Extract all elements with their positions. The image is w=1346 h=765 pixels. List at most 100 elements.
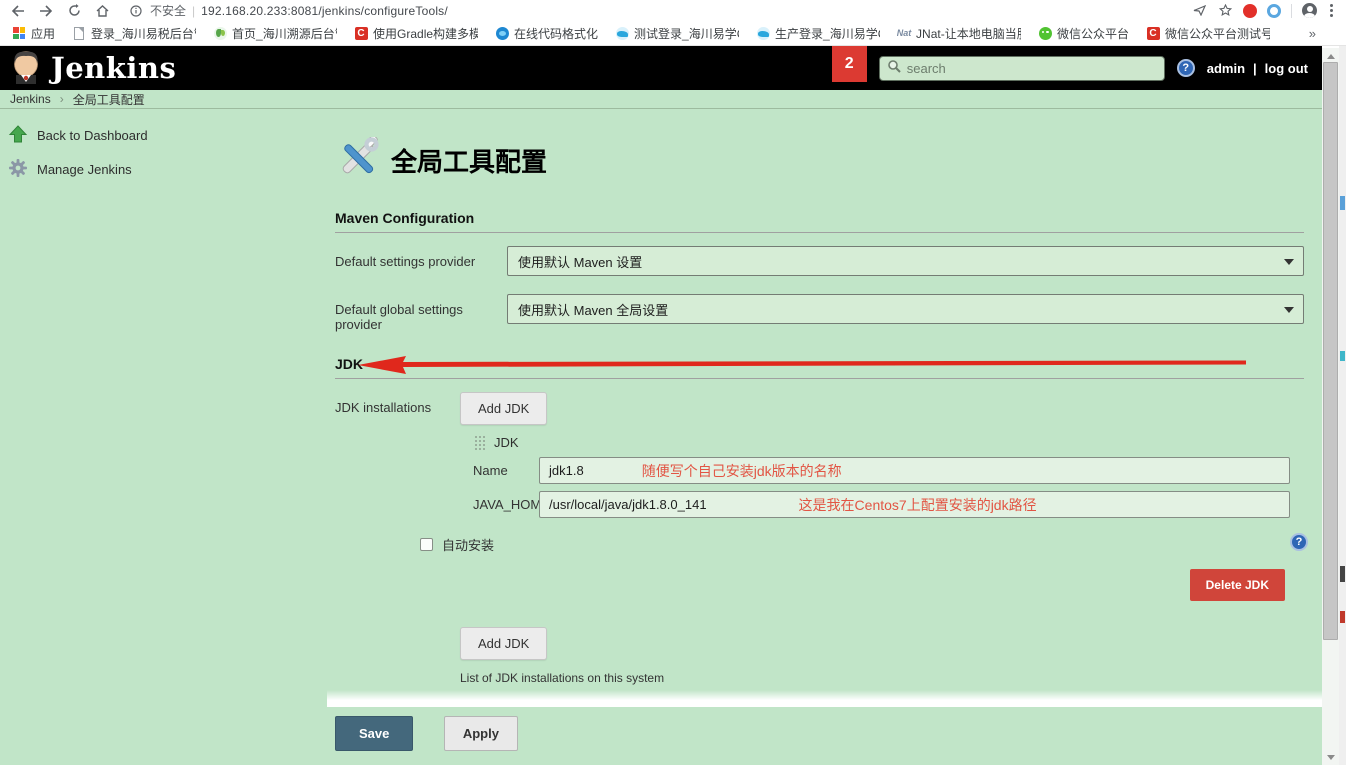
- java-home-input[interactable]: /usr/local/java/jdk1.8.0_141 这是我在Centos7…: [539, 491, 1290, 518]
- auto-install-label: 自动安装: [442, 538, 495, 553]
- bookmark-item[interactable]: C 微信公众平台测试号: [1146, 25, 1270, 42]
- jdk-installations-row: JDK installations Add JDK JDK Name jdk1.…: [335, 392, 1308, 685]
- page-title: 全局工具配置: [391, 147, 548, 177]
- jdk-item: JDK Name jdk1.8 随便写个自己安装jdk版本的名称 JAVA_HO…: [460, 434, 1304, 518]
- jdk-name-input[interactable]: jdk1.8 随便写个自己安装jdk版本的名称: [539, 457, 1290, 484]
- red-annotation-text: 随便写个自己安装jdk版本的名称: [641, 462, 842, 479]
- home-icon[interactable]: [94, 3, 110, 19]
- body: Back to Dashboard Manage Jenkins 全局工具配置 …: [0, 109, 1322, 765]
- c-red-icon: C: [354, 26, 368, 40]
- blue-extension-icon[interactable]: [1267, 3, 1281, 18]
- forward-icon[interactable]: [38, 3, 54, 19]
- search-icon: [887, 59, 901, 78]
- bookmark-item[interactable]: 登录_海川易税后台管: [72, 25, 196, 42]
- sidebar: Back to Dashboard Manage Jenkins: [0, 109, 300, 765]
- breadcrumb: Jenkins › 全局工具配置: [0, 90, 1322, 109]
- edge-icon: [495, 26, 509, 40]
- scrollbar[interactable]: [1322, 48, 1339, 765]
- jdk-help-icon[interactable]: ?: [1290, 533, 1308, 551]
- header-divider: |: [1253, 60, 1257, 76]
- address-bar-actions: [1191, 3, 1336, 19]
- breadcrumb-separator: ›: [59, 92, 64, 106]
- notification-badge[interactable]: 2: [831, 46, 867, 82]
- url-text[interactable]: 192.168.20.233:8081/jenkins/configureToo…: [201, 4, 448, 18]
- main-content: 全局工具配置 Maven Configuration Default setti…: [300, 109, 1322, 765]
- browser-window: 不安全 | 192.168.20.233:8081/jenkins/config…: [0, 0, 1346, 765]
- jnat-icon: Nat: [897, 28, 912, 38]
- default-global-settings-select[interactable]: 使用默认 Maven 全局设置: [507, 294, 1304, 324]
- menu-kebab-icon[interactable]: [1327, 4, 1336, 17]
- jdk-hint: List of JDK installations on this system: [460, 671, 665, 685]
- profile-icon[interactable]: [1302, 3, 1317, 18]
- arrow-up-icon: [8, 124, 28, 147]
- document-icon: [72, 26, 86, 40]
- bookmark-item[interactable]: 在线代码格式化: [495, 25, 598, 42]
- dolphin-icon: [756, 26, 770, 40]
- section-jdk: JDK: [335, 356, 1304, 379]
- scrollbar-thumb[interactable]: [1323, 62, 1338, 640]
- scrollbar-down-arrow[interactable]: [1322, 751, 1339, 765]
- apps-grid-icon: [12, 26, 26, 40]
- tools-icon: [335, 134, 381, 184]
- bookmarks-overflow-chevron[interactable]: »: [1309, 26, 1334, 41]
- jdk-controls: Add JDK JDK Name jdk1.8 随便写个自己安装jdk版本的名称…: [420, 392, 1308, 685]
- jenkins-page: Jenkins 2 ? admin | log out Jenkins › 全局…: [0, 46, 1322, 765]
- jdk-name-row: Name jdk1.8 随便写个自己安装jdk版本的名称: [473, 457, 1304, 484]
- window-edge: [1339, 46, 1346, 765]
- field-label: JAVA_HOME: [473, 497, 550, 512]
- search-help-icon[interactable]: ?: [1176, 59, 1195, 77]
- bookmark-item[interactable]: 微信公众平台: [1038, 25, 1129, 42]
- search-box[interactable]: [878, 55, 1165, 81]
- wechat-icon: [1038, 26, 1052, 40]
- jenkins-butler-icon[interactable]: [8, 48, 44, 89]
- info-icon[interactable]: [128, 3, 144, 19]
- auto-install-row: 自动安装 ?: [420, 533, 1308, 554]
- scrollbar-up-arrow[interactable]: [1322, 48, 1339, 62]
- back-icon[interactable]: [10, 3, 26, 19]
- auto-install-checkbox[interactable]: [420, 538, 433, 551]
- search-input[interactable]: [906, 60, 1157, 76]
- breadcrumb-current[interactable]: 全局工具配置: [73, 91, 145, 108]
- bookmark-apps[interactable]: 应用: [12, 25, 55, 42]
- user-link[interactable]: admin: [1207, 61, 1245, 76]
- field-label: Default global settings provider: [335, 302, 463, 332]
- logout-link[interactable]: log out: [1265, 61, 1308, 76]
- url-separator: |: [192, 3, 196, 18]
- bookmarks-bar: 应用 登录_海川易税后台管 首页_海川溯源后台管 C 使用Gradle构建多模 …: [0, 21, 1346, 46]
- sidebar-item-back-to-dashboard[interactable]: Back to Dashboard: [8, 124, 300, 147]
- delete-jdk-button[interactable]: Delete JDK: [1189, 569, 1285, 601]
- jdk-item-header: JDK: [473, 434, 1304, 450]
- dolphin-icon: [615, 26, 629, 40]
- address-bar: 不安全 | 192.168.20.233:8081/jenkins/config…: [0, 0, 1346, 21]
- jenkins-title[interactable]: Jenkins: [51, 51, 176, 85]
- red-annotation-arrow: [358, 356, 1246, 374]
- sidebar-item-manage-jenkins[interactable]: Manage Jenkins: [8, 158, 300, 181]
- add-jdk-button[interactable]: Add JDK: [460, 627, 548, 660]
- field-label: Name: [473, 463, 508, 478]
- default-settings-select[interactable]: 使用默认 Maven 设置: [507, 246, 1304, 276]
- jdk-item-title: JDK: [494, 434, 519, 450]
- sprout-icon: [213, 26, 227, 40]
- section-maven: Maven Configuration: [335, 210, 1304, 233]
- red-extension-icon[interactable]: [1243, 3, 1257, 18]
- add-jdk-button[interactable]: Add JDK: [460, 392, 548, 425]
- field-label: Default settings provider: [335, 254, 476, 269]
- bookmark-item[interactable]: 首页_海川溯源后台管: [213, 25, 337, 42]
- jenkins-header: Jenkins 2 ? admin | log out: [0, 46, 1322, 90]
- bookmark-item[interactable]: Nat JNat-让本地电脑当服: [897, 25, 1021, 42]
- apply-button[interactable]: Apply: [443, 716, 518, 751]
- bookmark-item[interactable]: 测试登录_海川易学C: [615, 25, 739, 42]
- bookmark-star-icon[interactable]: [1217, 3, 1233, 19]
- fade-gradient: [327, 690, 1322, 707]
- save-button[interactable]: Save: [335, 716, 414, 751]
- send-icon[interactable]: [1191, 3, 1207, 19]
- header-right: 2 ? admin | log out: [831, 46, 1308, 90]
- breadcrumb-root[interactable]: Jenkins: [10, 92, 51, 106]
- jdk-home-row: JAVA_HOME /usr/local/java/jdk1.8.0_141 这…: [473, 491, 1304, 518]
- bookmark-item[interactable]: 生产登录_海川易学C: [756, 25, 880, 42]
- url-box[interactable]: 不安全 | 192.168.20.233:8081/jenkins/config…: [128, 2, 1179, 19]
- delete-row: Delete JDK: [460, 569, 1285, 601]
- bookmark-item[interactable]: C 使用Gradle构建多模: [354, 25, 478, 42]
- reload-icon[interactable]: [66, 3, 82, 19]
- drag-handle-icon[interactable]: [473, 434, 486, 450]
